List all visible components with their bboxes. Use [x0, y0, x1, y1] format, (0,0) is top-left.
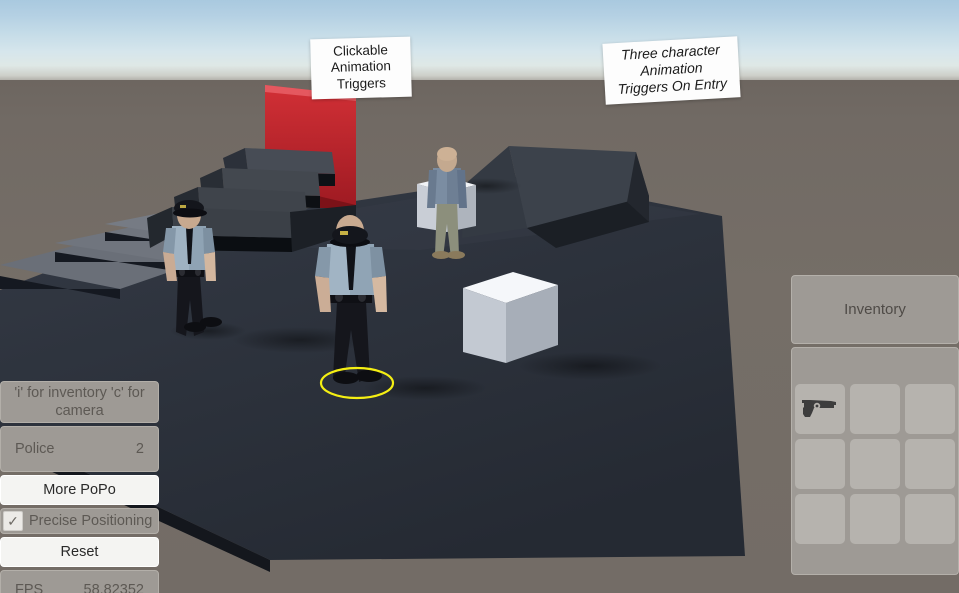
- checkmark-icon[interactable]: ✓: [3, 511, 23, 531]
- fps-value: 58.82352: [83, 582, 144, 593]
- inventory-panel: Inventory: [791, 275, 959, 575]
- inventory-slot-4[interactable]: [850, 439, 900, 489]
- fps-label: FPS: [15, 582, 44, 593]
- inventory-slot-1[interactable]: [850, 384, 900, 434]
- keyboard-hint-text: 'i' for inventory 'c' for camera: [14, 384, 145, 419]
- inventory-slot-0[interactable]: [795, 384, 845, 434]
- inventory-header: Inventory: [791, 275, 959, 344]
- label-line: Triggers: [336, 75, 387, 92]
- inventory-slot-6[interactable]: [795, 494, 845, 544]
- world-label-three-character-triggers: Three character Animation Triggers On En…: [602, 36, 741, 105]
- precise-positioning-label: Precise Positioning: [29, 513, 153, 529]
- inventory-title: Inventory: [844, 301, 906, 318]
- police-count-label: Police: [15, 441, 55, 457]
- fps-row: FPS 58.82352: [0, 570, 159, 593]
- more-popo-label: More PoPo: [43, 482, 116, 498]
- reset-label: Reset: [60, 544, 99, 560]
- left-hud-panel: 'i' for inventory 'c' for camera Police …: [0, 381, 159, 593]
- shadow-blob: [363, 376, 487, 400]
- reset-button[interactable]: Reset: [0, 537, 159, 567]
- white-cube-large[interactable]: [463, 272, 558, 363]
- keyboard-hint-label: 'i' for inventory 'c' for camera: [0, 381, 159, 423]
- police-count-value: 2: [135, 441, 144, 457]
- pistol-icon: [802, 400, 836, 417]
- inventory-slot-5[interactable]: [905, 439, 955, 489]
- inventory-slot-7[interactable]: [850, 494, 900, 544]
- world-label-clickable-triggers: Clickable Animation Triggers: [310, 36, 412, 100]
- inventory-slot-2[interactable]: [905, 384, 955, 434]
- police-count-row: Police 2: [0, 426, 159, 472]
- shadow-blob: [518, 352, 662, 380]
- inventory-slot-3[interactable]: [795, 439, 845, 489]
- more-popo-button[interactable]: More PoPo: [0, 475, 159, 505]
- inventory-slot-8[interactable]: [905, 494, 955, 544]
- precise-positioning-toggle[interactable]: ✓ Precise Positioning: [0, 508, 159, 534]
- inventory-grid: [791, 347, 959, 575]
- game-viewport: Clickable Animation Triggers Three chara…: [0, 0, 959, 593]
